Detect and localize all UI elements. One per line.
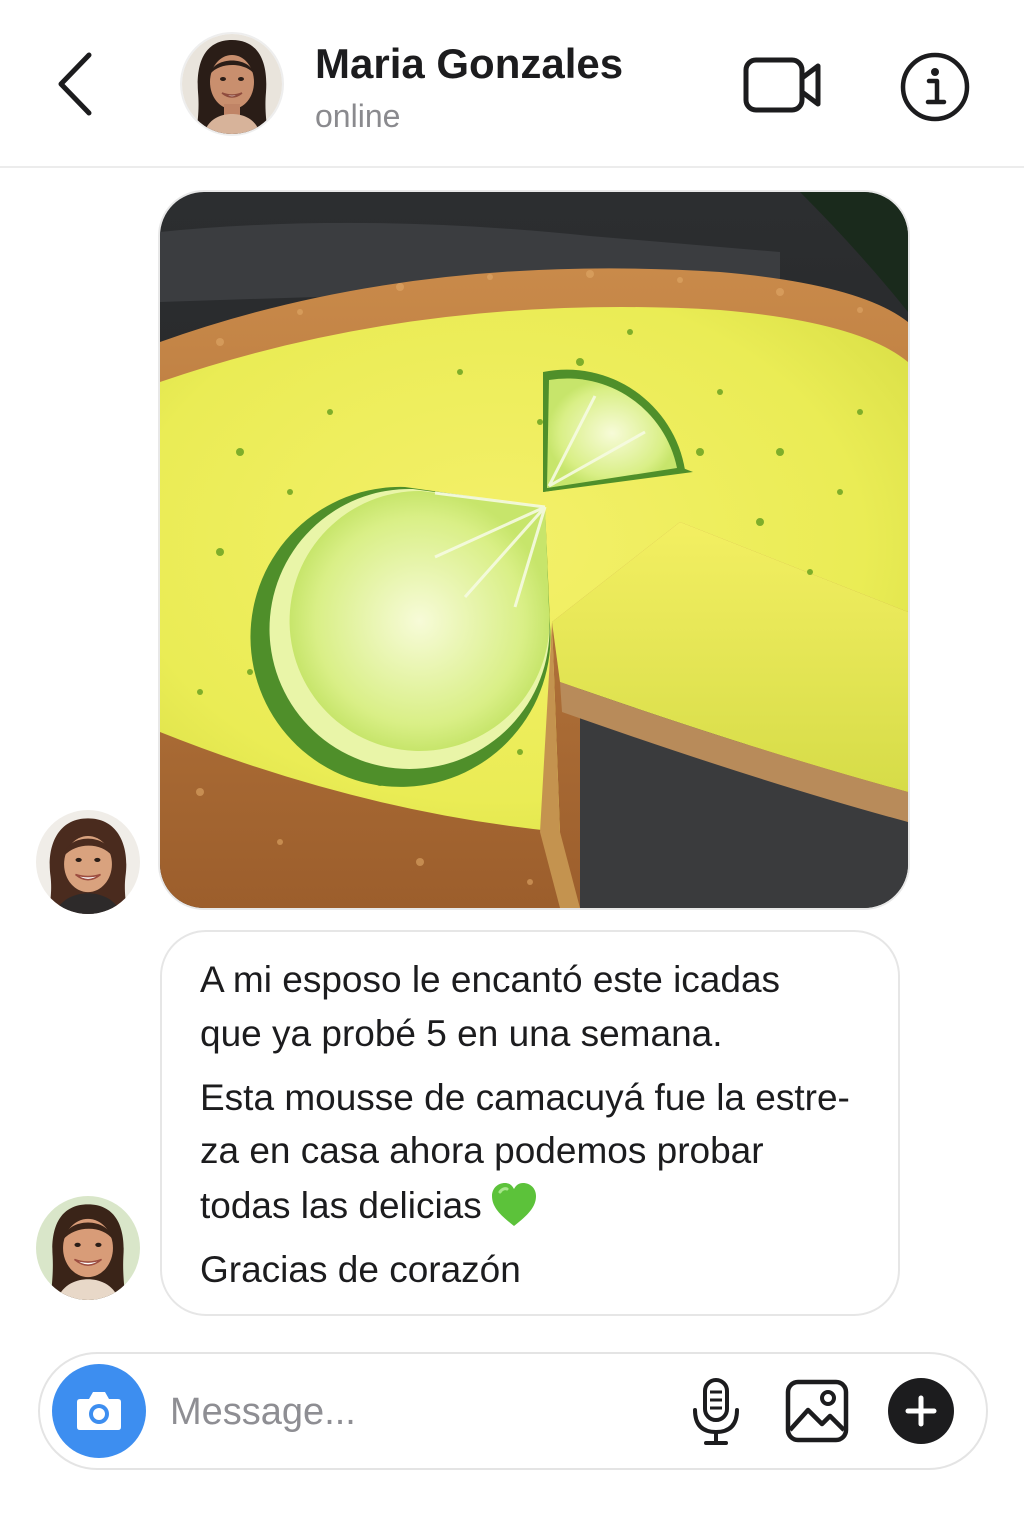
chat-header: Maria Gonzales online bbox=[0, 0, 1024, 168]
message-line: A mi esposo le encantó este icadas bbox=[200, 959, 781, 1000]
sender-avatar[interactable] bbox=[36, 1196, 140, 1300]
video-camera-icon bbox=[743, 57, 821, 113]
chat-screen: Maria Gonzales online A mi esposo le enc… bbox=[0, 0, 1024, 1536]
microphone-icon bbox=[693, 1378, 739, 1445]
plus-button[interactable] bbox=[888, 1378, 954, 1444]
message-composer bbox=[38, 1352, 988, 1470]
sender-avatar[interactable] bbox=[36, 810, 140, 914]
text-message[interactable]: A mi esposo le encantó este icadas que y… bbox=[160, 930, 900, 1316]
message-line: za en casa ahora podemos probar bbox=[200, 1130, 764, 1171]
camera-button[interactable] bbox=[52, 1364, 146, 1458]
lime-tart-photo bbox=[160, 192, 908, 908]
microphone-button[interactable] bbox=[688, 1376, 744, 1448]
chevron-left-icon bbox=[58, 52, 92, 116]
plus-icon bbox=[905, 1395, 937, 1427]
message-line: Gracias de corazón bbox=[200, 1249, 521, 1290]
info-circle-icon bbox=[900, 52, 970, 122]
photo-message[interactable] bbox=[158, 190, 910, 910]
message-line: todas las delicias bbox=[200, 1182, 538, 1228]
green-heart-icon bbox=[491, 1183, 536, 1226]
video-call-button[interactable] bbox=[742, 52, 824, 118]
back-button[interactable] bbox=[40, 44, 110, 124]
contact-avatar[interactable] bbox=[180, 32, 284, 136]
camera-icon bbox=[77, 1392, 121, 1430]
info-button[interactable] bbox=[898, 50, 972, 124]
gallery-button[interactable] bbox=[784, 1378, 850, 1444]
message-input[interactable] bbox=[168, 1376, 672, 1448]
image-icon bbox=[785, 1379, 849, 1443]
contact-status: online bbox=[315, 98, 401, 134]
message-line: que ya probé 5 en una semana. bbox=[200, 1013, 723, 1054]
message-line-text: todas las delicias bbox=[200, 1185, 482, 1226]
message-line: Esta mousse de camacuyá fue la estre- bbox=[200, 1077, 850, 1118]
contact-name[interactable]: Maria Gonzales bbox=[315, 40, 623, 88]
